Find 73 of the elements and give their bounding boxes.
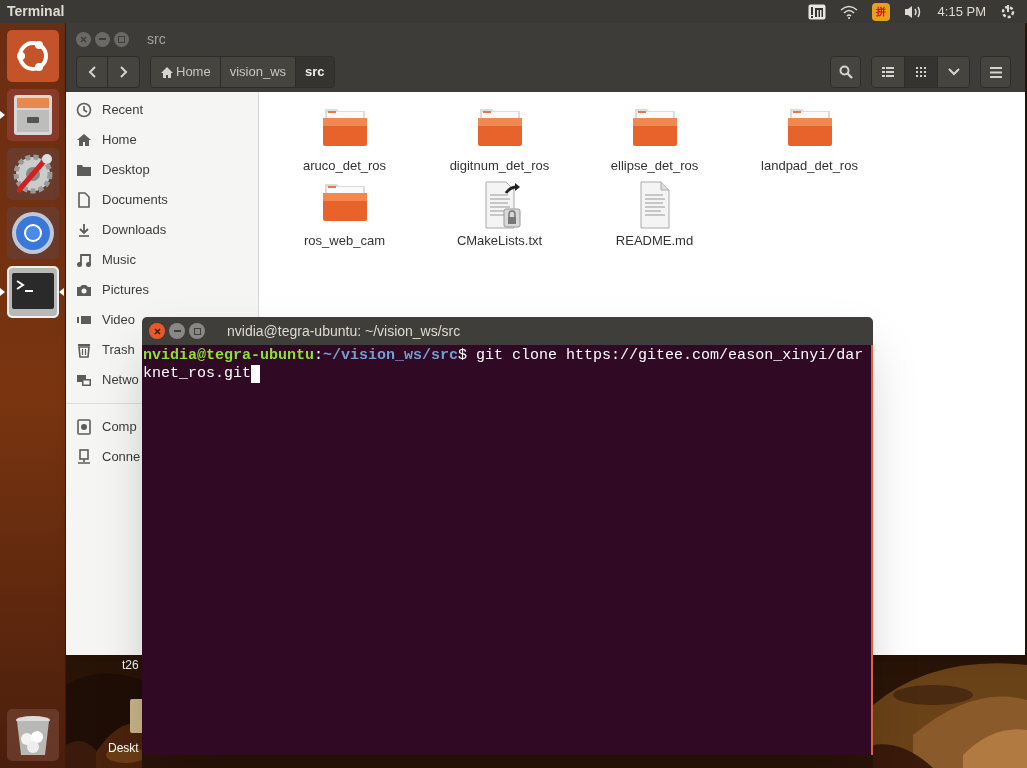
file-item[interactable]: aruco_det_ros <box>267 106 422 181</box>
close-icon <box>80 35 87 43</box>
power-icon[interactable] <box>1000 3 1016 20</box>
close-button[interactable] <box>149 323 165 339</box>
file-item[interactable]: README.md <box>577 181 732 256</box>
sidebar-item[interactable]: Netwo <box>66 365 140 395</box>
network-icon <box>76 372 92 388</box>
view-options-button[interactable] <box>938 57 969 87</box>
trash-icon <box>76 342 92 358</box>
sidebar-item[interactable]: Documents <box>66 185 169 215</box>
trash-can-icon <box>6 709 59 761</box>
sidebar-item[interactable]: Video <box>66 305 136 335</box>
file-item[interactable]: CMakeLists.txt <box>422 181 577 256</box>
gear-wrench-icon <box>6 148 59 200</box>
window-title: nvidia@tegra-ubuntu: ~/vision_ws/src <box>227 321 461 341</box>
prompt-separator: : <box>314 347 324 365</box>
window-title: Terminal <box>7 2 65 21</box>
wifi-icon[interactable] <box>839 4 858 19</box>
sidebar-item[interactable]: Recent <box>66 95 145 125</box>
drive-icon <box>76 419 92 435</box>
home-icon <box>160 65 174 79</box>
command-text: $ git clone https://gitee.com/eason_xinyi/dar <box>458 347 864 365</box>
prompt-user-host: nvidia@tegra-ubuntu <box>143 347 315 365</box>
sidebar-item[interactable]: Home <box>66 125 138 155</box>
download-icon <box>76 222 92 238</box>
home-icon <box>76 132 92 148</box>
terminal-icon <box>6 266 59 318</box>
clock[interactable]: 4:15 PM <box>937 1 986 22</box>
indicator-icon[interactable] <box>807 3 826 20</box>
file-cabinet-icon <box>6 89 59 141</box>
forward-button[interactable] <box>108 57 139 87</box>
window-title: src <box>147 29 166 49</box>
chevron-down-icon <box>947 68 960 76</box>
path-button[interactable]: Home <box>151 57 220 87</box>
path-button[interactable]: vision_ws <box>219 57 296 87</box>
file-item[interactable]: ros_web_cam <box>267 181 422 256</box>
search-icon <box>838 65 853 79</box>
view-button[interactable] <box>905 57 938 87</box>
back-icon <box>88 66 96 78</box>
ubuntu-logo-icon <box>6 30 59 82</box>
sidebar-item[interactable]: Trash <box>66 335 136 365</box>
file-item[interactable]: landpad_det_ros <box>732 106 887 181</box>
camera-icon <box>76 282 92 298</box>
command-text: knet_ros.git <box>143 365 252 383</box>
sidebar-item[interactable]: Desktop <box>66 155 151 185</box>
sidebar-item[interactable]: Pictures <box>66 275 150 305</box>
browser-icon <box>6 207 59 259</box>
forward-icon <box>119 66 128 78</box>
clock-icon <box>76 102 92 118</box>
desktop-icon-label[interactable]: t26 <box>122 656 139 674</box>
prompt-path: ~/vision_ws/src <box>323 347 459 365</box>
sidebar-item[interactable]: Conne <box>66 442 142 472</box>
file-item[interactable]: digitnum_det_ros <box>422 106 577 181</box>
list-view-icon <box>882 66 894 78</box>
folder-icon <box>76 162 92 178</box>
close-icon <box>153 327 161 335</box>
search-button[interactable] <box>830 56 861 88</box>
launcher-item[interactable] <box>0 266 65 318</box>
sidebar-item[interactable]: Music <box>66 245 137 275</box>
server-icon <box>76 449 92 465</box>
music-note-icon <box>76 252 92 268</box>
sidebar-item[interactable]: Downloads <box>66 215 168 245</box>
menu-icon <box>989 66 1002 78</box>
menu-button[interactable] <box>980 56 1011 88</box>
document-icon <box>76 192 92 208</box>
file-item[interactable]: ellipse_det_ros <box>577 106 732 181</box>
grid-view-icon <box>915 66 927 78</box>
view-button[interactable] <box>872 57 905 87</box>
sidebar-item[interactable]: Comp <box>66 412 138 442</box>
path-button[interactable]: src <box>295 57 334 87</box>
maximize-button[interactable] <box>189 323 205 339</box>
minimize-button[interactable] <box>169 323 185 339</box>
back-button[interactable] <box>77 57 108 87</box>
